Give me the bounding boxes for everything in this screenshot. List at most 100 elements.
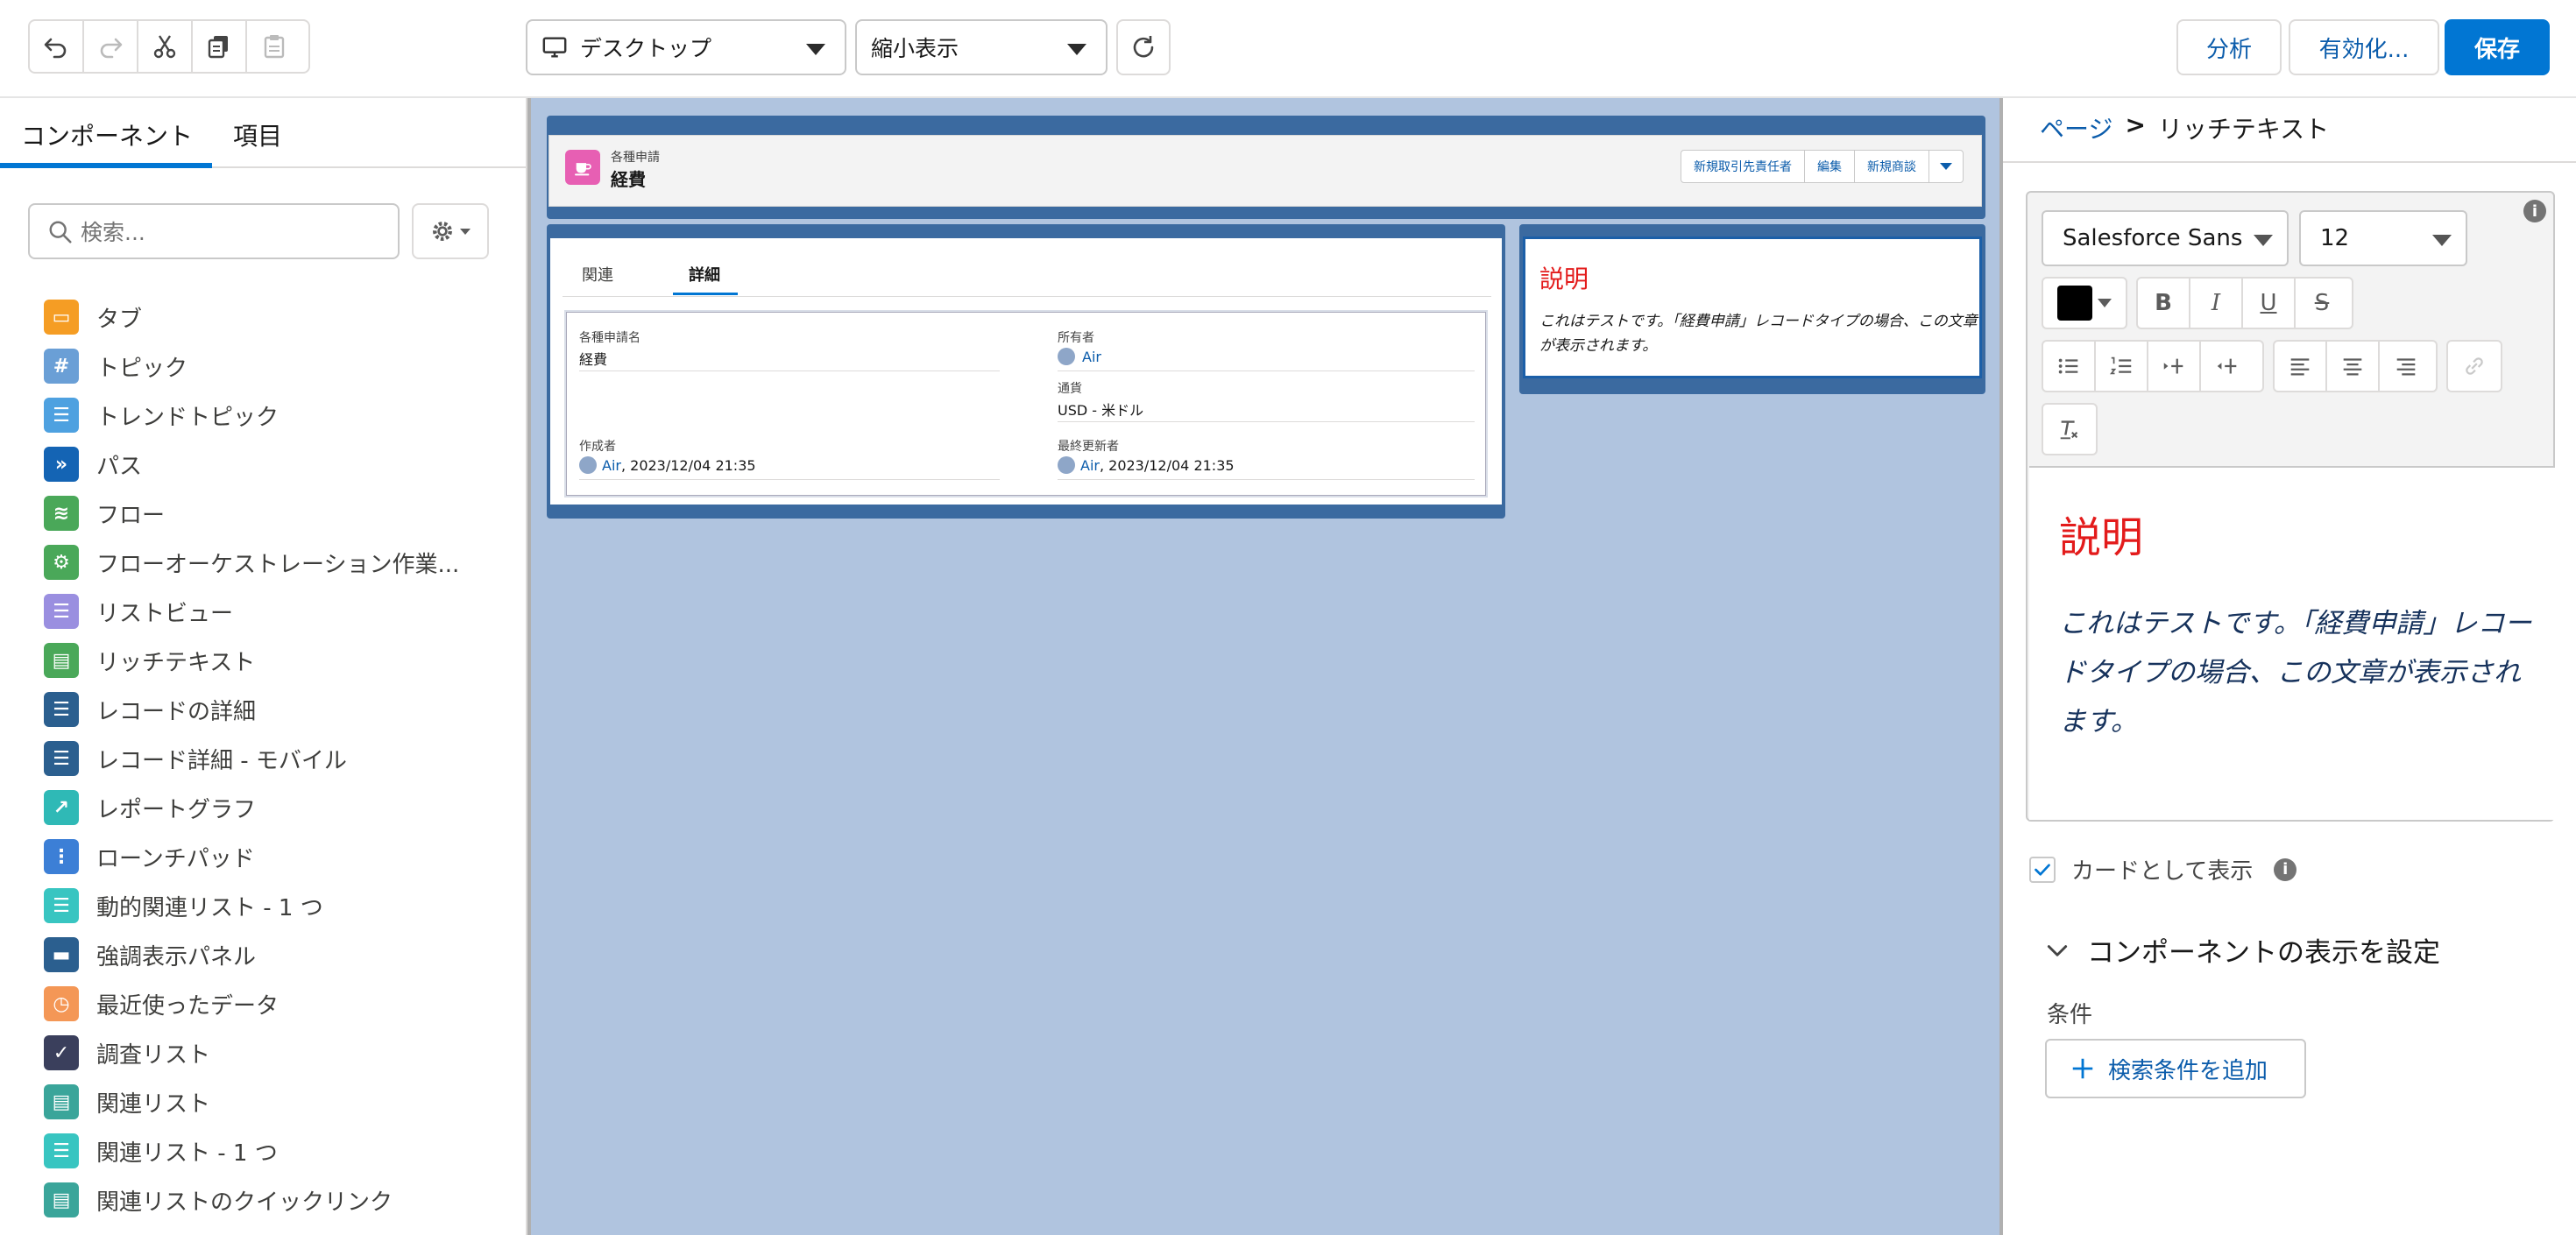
bullet-list-button[interactable]: [2043, 342, 2096, 391]
highlights-panel-icon: ▬: [44, 937, 79, 972]
flow-icon: ≋: [44, 496, 79, 531]
align-center-button[interactable]: [2327, 342, 2380, 391]
sidebar-region[interactable]: 説明 これはテストです。「経費申請」レコードタイプの場合、この文章が表示されます…: [1519, 224, 1985, 394]
tab-fields[interactable]: 項目: [233, 117, 282, 152]
redo-button[interactable]: [84, 21, 138, 72]
component-list-item[interactable]: ◷ 最近使ったデータ: [44, 979, 517, 1028]
underline-button[interactable]: U: [2243, 279, 2296, 328]
component-list-item[interactable]: ≋ フロー: [44, 489, 517, 538]
analyze-button[interactable]: 分析: [2176, 19, 2282, 75]
breadcrumb-separator: >: [2125, 110, 2146, 139]
activate-button[interactable]: 有効化...: [2289, 19, 2439, 75]
component-list-item[interactable]: ☰ 関連リスト - 1 つ: [44, 1126, 517, 1175]
breadcrumb-page-link[interactable]: ページ: [2040, 110, 2112, 145]
component-list-item[interactable]: ▤ 関連リスト: [44, 1077, 517, 1126]
component-list-item[interactable]: ☰ トレンドトピック: [44, 391, 517, 440]
view-select[interactable]: 縮小表示: [855, 19, 1108, 75]
component-list-item[interactable]: ⚙ フローオーケストレーション作業...: [44, 538, 517, 587]
editor-content-area[interactable]: 説明 これはテストです。「経費申請」レコードタイプの場合、この文章が表示されます…: [2029, 466, 2555, 820]
outdent-button[interactable]: [2201, 342, 2254, 391]
record-detail[interactable]: 各種申請名 経費 所有者 Air 通貨 USD - 米ドル 作成者 Air, 2…: [564, 310, 1488, 498]
show-as-card-checkbox[interactable]: [2029, 856, 2056, 883]
new-contact-button[interactable]: 新規取引先責任者: [1681, 151, 1805, 182]
created-by-link[interactable]: Air: [602, 457, 621, 474]
component-list-item[interactable]: ⋮ ローンチパッド: [44, 832, 517, 881]
launchpad-icon: ⋮: [44, 839, 79, 874]
tab-components[interactable]: コンポーネント: [21, 117, 193, 152]
italic-button[interactable]: I: [2190, 279, 2243, 328]
breadcrumb-current: リッチテキスト: [2157, 115, 2330, 144]
tab-details[interactable]: 詳細: [689, 263, 720, 286]
text-color-picker[interactable]: [2042, 277, 2127, 329]
add-filter-button[interactable]: 検索条件を追加: [2045, 1039, 2306, 1098]
edit-button[interactable]: 編集: [1805, 151, 1855, 182]
modified-by-link[interactable]: Air: [1080, 457, 1100, 474]
component-search-input[interactable]: 検索...: [28, 203, 400, 259]
settings-menu-button[interactable]: [412, 203, 489, 259]
component-list-item[interactable]: ✓ 調査リスト: [44, 1028, 517, 1077]
rich-text-component[interactable]: 説明 これはテストです。「経費申請」レコードタイプの場合、この文章が表示されます…: [1523, 236, 1982, 378]
component-list-item[interactable]: ↗ レポートグラフ: [44, 783, 517, 832]
component-label: 動的関連リスト - 1 つ: [96, 894, 323, 921]
component-list-item[interactable]: ☰ レコード詳細 - モバイル: [44, 734, 517, 783]
font-family-select[interactable]: Salesforce Sans: [2042, 210, 2289, 266]
clear-formatting-button[interactable]: [2043, 405, 2096, 454]
more-actions-button[interactable]: [1929, 151, 1963, 182]
device-select-value: デスクトップ: [580, 36, 712, 61]
color-swatch: [2057, 286, 2092, 321]
paste-button[interactable]: [247, 21, 301, 72]
owner-field-value: Air: [1058, 348, 1101, 365]
owner-link[interactable]: Air: [1082, 349, 1101, 365]
clear-format-group: [2042, 403, 2098, 455]
component-label: タブ: [96, 306, 143, 333]
component-list-item[interactable]: ☰ 動的関連リスト - 1 つ: [44, 881, 517, 930]
save-button[interactable]: 保存: [2445, 19, 2550, 75]
indent-button[interactable]: [2148, 342, 2201, 391]
component-label: レコードの詳細: [96, 698, 257, 725]
avatar: [579, 456, 597, 474]
quick-links-icon: ▤: [44, 1182, 79, 1217]
component-list-item[interactable]: ▭ タブ: [44, 293, 517, 342]
main-region[interactable]: 関連 詳細 各種申請名 経費 所有者 Air 通貨 USD - 米ドル 作成者 …: [547, 224, 1505, 519]
component-list-item[interactable]: » パス: [44, 440, 517, 489]
link-group: [2446, 340, 2502, 392]
paste-icon: [264, 35, 285, 59]
new-opportunity-button[interactable]: 新規商談: [1855, 151, 1929, 182]
align-right-icon: [2396, 358, 2416, 376]
divider: [1058, 479, 1475, 480]
cut-button[interactable]: [138, 21, 193, 72]
component-list-item[interactable]: # トピック: [44, 342, 517, 391]
highlights-panel-region[interactable]: 各種申請 経費 新規取引先責任者 編集 新規商談: [547, 116, 1985, 219]
tab-related[interactable]: 関連: [582, 263, 613, 286]
component-label: 関連リスト: [96, 1090, 211, 1118]
refresh-icon-wrap: [1118, 21, 1169, 74]
component-list-item[interactable]: ▬ 強調表示パネル: [44, 930, 517, 979]
currency-field-value: USD - 米ドル: [1058, 402, 1144, 419]
numbered-list-button[interactable]: [2096, 342, 2148, 391]
bold-button[interactable]: B: [2138, 279, 2190, 328]
name-field-label: 各種申請名: [579, 331, 640, 345]
link-button[interactable]: [2448, 342, 2501, 391]
component-label: ローンチパッド: [96, 845, 255, 872]
info-icon[interactable]: i: [2523, 200, 2546, 222]
align-right-button[interactable]: [2380, 342, 2432, 391]
record-detail-mobile-icon: ☰: [44, 741, 79, 776]
undo-button[interactable]: [30, 21, 84, 72]
plus-icon: [2072, 1058, 2093, 1079]
visibility-section-toggle[interactable]: コンポーネントの表示を設定: [2045, 930, 2440, 970]
copy-button[interactable]: [193, 21, 247, 72]
modified-by-value: Air, 2023/12/04 21:35: [1058, 456, 1235, 474]
device-select[interactable]: デスクトップ: [526, 19, 846, 75]
align-left-button[interactable]: [2275, 342, 2327, 391]
refresh-button[interactable]: [1116, 19, 1171, 75]
component-list-item[interactable]: ▤ リッチテキスト: [44, 636, 517, 685]
component-label: リストビュー: [96, 600, 234, 627]
component-list-item[interactable]: ☰ レコードの詳細: [44, 685, 517, 734]
info-icon[interactable]: i: [2274, 857, 2297, 881]
font-size-select[interactable]: 12: [2299, 210, 2467, 266]
chevron-down-icon: [1067, 44, 1086, 55]
component-list-item[interactable]: ▤ 関連リストのクイックリンク: [44, 1175, 517, 1224]
components-panel: コンポーネント 項目 検索... ▭ タブ # トピック ☰ トレンドトピック » パス ≋ フロ…: [0, 98, 527, 1235]
strikethrough-button[interactable]: S: [2296, 279, 2348, 328]
component-list-item[interactable]: ☰ リストビュー: [44, 587, 517, 636]
